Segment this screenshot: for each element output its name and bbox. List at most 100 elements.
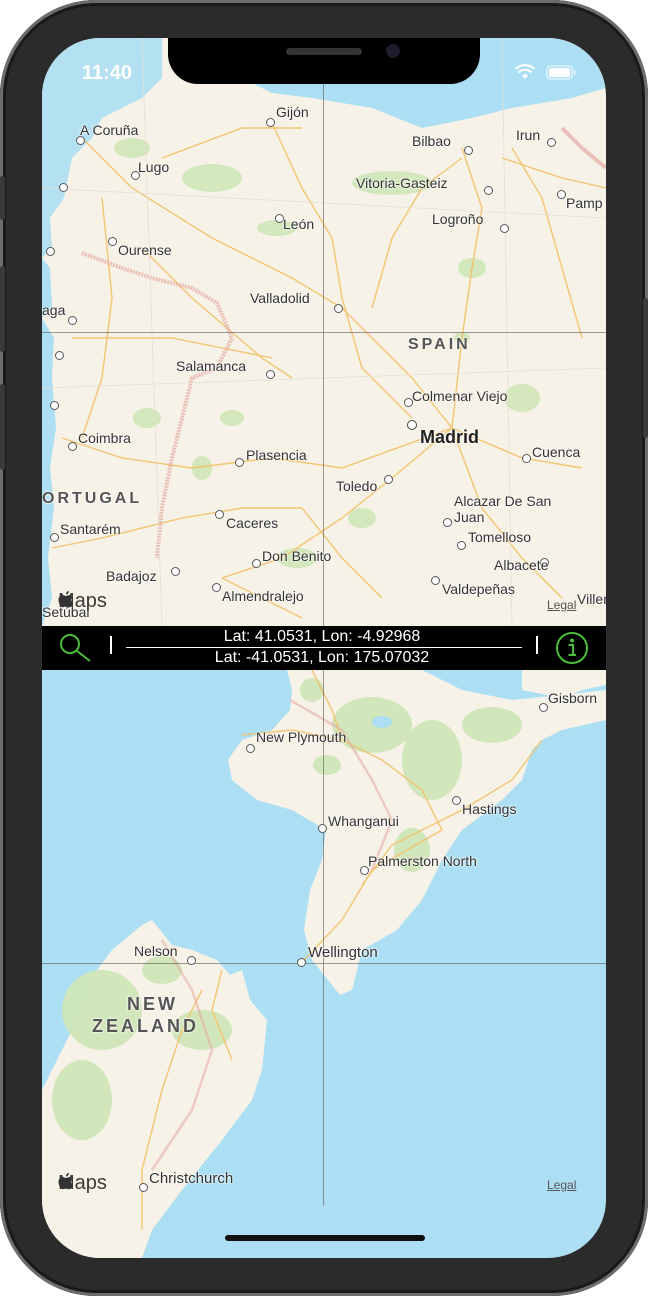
city-label: Pamp [566,195,603,211]
city-label: aga [42,302,66,318]
city-marker [50,533,59,542]
front-camera [386,44,400,58]
city-marker [452,796,461,805]
volume-down-button [0,384,5,470]
city-label: Logroño [432,211,484,227]
city-marker [252,559,261,568]
map-nz-background [42,670,606,1258]
city-label: Alcazar De San Juan [454,493,552,525]
city-marker [235,458,244,467]
city-label: Whanganui [328,813,399,829]
city-label: Valladolid [250,290,310,306]
city-marker [171,567,180,576]
city-marker [215,510,224,519]
crosshair-horizontal [42,332,606,333]
legal-link[interactable]: Legal [547,598,576,612]
city-marker [187,956,196,965]
city-label: Villen [577,591,606,607]
power-button [643,298,648,438]
city-marker [68,316,77,325]
speaker [286,48,362,55]
city-label-capital: Madrid [420,427,480,447]
info-icon [556,632,588,664]
city-marker [557,190,566,199]
city-marker [539,703,548,712]
capital-marker [407,420,417,430]
city-label: Santarém [60,521,121,537]
city-marker [59,183,68,192]
crosshair-horizontal [42,963,606,964]
city-marker [431,576,440,585]
city-label: Cuenca [532,444,581,460]
coordinate-readout-top: Lat: 41.0531, Lon: -4.92968 [223,628,421,645]
map-spain[interactable]: A Coruña Gijón Bilbao Irun Lugo Vitoria-… [42,38,606,626]
city-label: Plasencia [246,447,307,463]
city-label: Irun [516,127,541,143]
city-marker [384,475,393,484]
city-label: Palmerston North [368,853,477,869]
country-label-nz-line1: NEW [127,994,178,1014]
crosshair-vertical [323,84,324,626]
city-marker [500,224,509,233]
city-marker [484,186,493,195]
city-label: Ourense [118,242,172,258]
home-indicator[interactable] [225,1235,425,1241]
city-marker [457,541,466,550]
search-button[interactable] [58,632,92,669]
city-label: Nelson [134,943,178,959]
volume-up-button [0,266,5,352]
city-marker [212,583,221,592]
city-label: Christchurch [149,1170,234,1187]
city-label: New Plymouth [256,729,347,745]
city-label: Albacete [494,557,549,573]
city-marker [50,401,59,410]
city-label: Toledo [336,478,378,494]
country-label-spain: SPAIN [408,336,471,353]
map-new-zealand[interactable]: Gisborn New Plymouth Hastings Whanganui … [42,670,606,1258]
city-label: León [283,216,315,232]
notch [168,38,480,84]
screen: A Coruña Gijón Bilbao Irun Lugo Vitoria-… [42,38,606,1258]
city-label: Hastings [462,801,517,817]
country-label-portugal: ORTUGAL [42,490,143,507]
city-label: Gijón [276,104,309,120]
city-label: Valdepeñas [442,581,515,597]
coordinate-divider [126,647,522,648]
search-icon [60,634,91,662]
city-label: Don Benito [262,548,332,564]
city-label: Gisborn [548,690,598,706]
apple-logo-icon [58,1173,73,1190]
city-label: A Coruña [80,122,139,138]
info-button[interactable] [554,630,590,671]
status-time: 11:40 [82,62,133,84]
city-marker [266,370,275,379]
city-label: Colmenar Viejo [412,388,508,404]
city-marker [68,442,77,451]
city-label: Badajoz [106,568,157,584]
status-icons [514,64,576,80]
city-label: Caceres [226,515,279,531]
city-label: Almendralejo [222,588,304,604]
city-marker [443,518,452,527]
city-marker [334,304,343,313]
city-marker [266,118,275,127]
legal-link[interactable]: Legal [547,1178,576,1192]
phone-frame: A Coruña Gijón Bilbao Irun Lugo Vitoria-… [0,0,648,1296]
coordinate-readout-bottom: Lat: -41.0531, Lon: 175.07032 [214,649,430,666]
city-label: Wellington [308,944,378,961]
city-marker [547,138,556,147]
city-label: Lugo [138,159,170,175]
coord-bar-right-tick [536,636,538,654]
city-label: Salamanca [176,358,247,374]
apple-logo-icon [58,591,73,608]
wifi-icon [514,64,536,79]
battery-icon [546,64,576,80]
apple-maps-logo: Maps [58,590,107,613]
apple-maps-logo: Maps [58,1172,107,1195]
city-marker [139,1183,148,1192]
coordinate-control-bar: Lat: 41.0531, Lon: -4.92968 Lat: -41.053… [42,626,606,670]
city-marker [46,247,55,256]
country-label-nz-line2: ZEALAND [92,1016,199,1036]
city-label: Tomelloso [468,529,532,545]
crosshair-vertical [323,670,324,1206]
